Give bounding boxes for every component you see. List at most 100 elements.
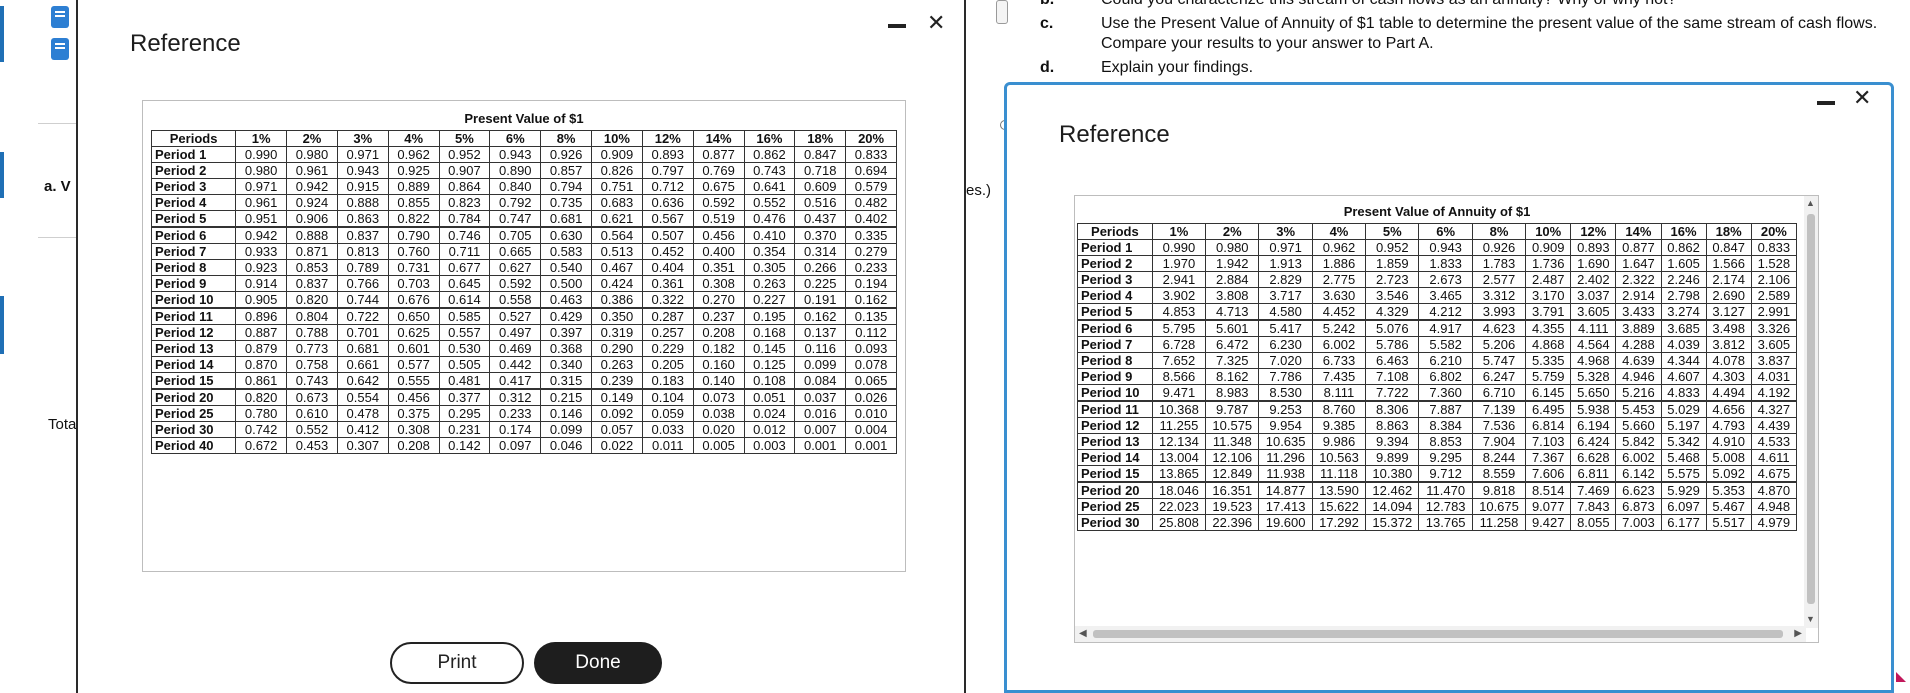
scroll-up-icon[interactable]: ▲ [1806,198,1815,208]
table-cell: 6.814 [1525,417,1572,434]
close-icon[interactable]: ✕ [927,10,945,36]
table-cell: 0.097 [489,437,542,454]
drag-handle[interactable] [996,0,1008,24]
table-cell: 0.507 [641,226,694,244]
table-cell: 0.847 [1705,239,1752,256]
table-cell: 5.092 [1705,465,1752,483]
table-cell: 9.787 [1205,400,1260,418]
table-cell: 4.355 [1525,319,1572,337]
table-cell: 4.853 [1151,303,1207,321]
annuity-table-viewport[interactable]: Present Value of Annuity of $1 Periods 1%… [1074,195,1819,643]
table-cell: 0.125 [743,356,796,373]
table-cell: 6.710 [1471,384,1527,402]
table-cell: 16.351 [1205,481,1260,499]
table-cell: 0.980 [235,162,288,179]
table-cell: 0.942 [235,226,288,244]
present-value-table: Present Value of $1 Periods 1% 2% 3% 4% 5% 6% 8… [150,107,897,454]
table-cell: 5.468 [1660,449,1707,466]
table-cell: 0.231 [438,421,491,438]
table-cell: 0.162 [794,307,847,325]
table-row: Period 25 0.780 0.610 0.478 0.375 0.295 0.233 0… [150,405,897,422]
table-cell: 6.424 [1570,433,1617,450]
table-cell: 0.820 [235,388,288,406]
table-cell: 0.625 [387,324,440,341]
table-cell: 2.589 [1750,287,1798,304]
table-cell: 0.990 [235,146,288,163]
table-cell: 0.010 [845,405,897,422]
table-cell: 3.274 [1660,303,1707,321]
reference-book-icon[interactable] [48,4,74,30]
table-cell: 0.377 [438,388,491,406]
table-cell: 0.847 [794,146,847,163]
table-cell: 1.736 [1525,255,1572,272]
close-icon[interactable]: ✕ [1853,85,1871,111]
table-cell: 3.546 [1365,287,1420,304]
table-cell: 2.829 [1258,271,1313,288]
table-row: Period 14 13.004 12.106 11.296 10.563 9.899 9.… [1077,449,1798,466]
table-cell: 0.583 [540,243,593,260]
table-cell: 0.308 [387,421,440,438]
reference-book-icon-2[interactable] [48,36,74,62]
table-cell: 0.923 [235,259,288,276]
table-cell: 0.914 [235,275,288,292]
table-cell: 0.676 [387,291,440,309]
table-cell: 0.863 [336,210,389,228]
horizontal-scrollbar[interactable]: ◀ ▶ [1075,626,1806,642]
table-cell: 0.855 [387,194,440,211]
table-cell: 5.660 [1615,417,1662,434]
table-cell: 7.325 [1205,352,1260,369]
table-cell: 0.731 [387,259,440,276]
scroll-left-icon[interactable]: ◀ [1079,628,1087,639]
table-row: Period 8 0.923 0.853 0.789 0.731 0.677 0.627 0.… [150,259,897,276]
scroll-right-icon[interactable]: ▶ [1794,628,1802,639]
row-header-period: Period 10 [1077,384,1153,402]
table-cell: 0.926 [540,146,593,163]
table-cell: 10.575 [1205,417,1260,434]
table-row: Period 14 0.870 0.758 0.661 0.577 0.505 0.442 0… [150,356,897,373]
table-cell: 0.862 [1660,239,1707,256]
table-cell: 0.557 [438,324,491,341]
table-cell: 6.811 [1570,465,1617,483]
table-cell: 0.552 [286,421,338,438]
table-cell: 4.533 [1750,433,1798,450]
table-cell: 0.951 [235,210,288,228]
table-cell: 6.097 [1660,498,1707,515]
table-cell: 0.870 [235,356,288,373]
vertical-scroll-thumb[interactable] [1807,214,1815,604]
table-cell: 0.980 [286,146,338,163]
table-cell: 1.690 [1570,255,1617,272]
table-cell: 0.681 [336,340,389,357]
table-cell: 14.094 [1365,498,1420,515]
minimize-icon[interactable] [888,24,906,28]
table-cell: 5.417 [1258,319,1313,337]
table-cell: 0.290 [591,340,643,357]
done-button[interactable]: Done [534,642,662,684]
vertical-scrollbar[interactable]: ▲ ▼ [1804,196,1818,628]
table-cell: 9.295 [1418,449,1473,466]
minimize-icon[interactable] [1817,101,1835,105]
table-cell: 0.140 [692,372,745,390]
table-cell: 5.206 [1471,336,1527,353]
table-cell: 5.076 [1365,319,1420,337]
table-cell: 7.469 [1570,481,1617,499]
table-cell: 4.910 [1705,433,1752,450]
table-cell: 3.312 [1471,287,1527,304]
table-cell: 0.862 [743,146,796,163]
table-cell: 0.823 [438,194,491,211]
row-header-period: Period 13 [1077,433,1153,450]
table-cell: 0.735 [540,194,593,211]
horizontal-scroll-thumb[interactable] [1093,630,1783,638]
table-cell: 0.315 [540,372,593,390]
table-cell: 4.623 [1471,319,1527,337]
table-cell: 0.760 [387,243,440,260]
scroll-down-icon[interactable]: ▼ [1806,614,1815,624]
table-cell: 2.106 [1750,271,1798,288]
table-cell: 12.462 [1365,481,1420,499]
print-button[interactable]: Print [390,642,524,684]
row-header-period: Period 7 [150,243,237,260]
table-cell: 4.607 [1660,368,1707,385]
table-cell: 4.793 [1705,417,1752,434]
table-cell: 0.924 [286,194,338,211]
table-cell: 0.305 [743,259,796,276]
table-cell: 0.971 [336,146,389,163]
